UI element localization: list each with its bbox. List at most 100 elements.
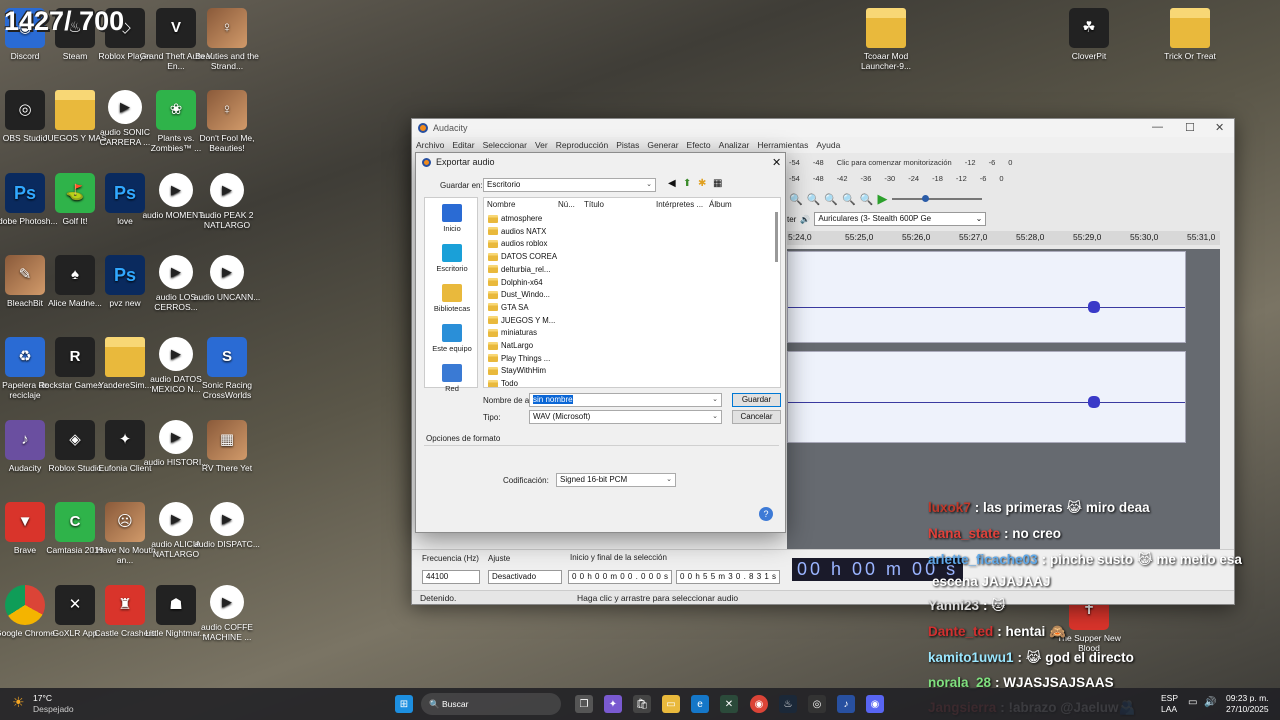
file-row[interactable]: NatLargo (488, 341, 533, 350)
desktop-icon[interactable]: S Sonic Racing CrossWorlds (189, 337, 265, 400)
menu-item[interactable]: Ayuda (816, 140, 840, 150)
file-row[interactable]: GTA SA (488, 303, 529, 312)
menu-item[interactable]: Seleccionar (483, 140, 527, 150)
column-header[interactable]: Álbum (709, 200, 732, 209)
place-3[interactable]: Este equipo (425, 324, 479, 353)
network-icon[interactable]: ▭ (1188, 697, 1197, 708)
lang-code[interactable]: ESP (1161, 693, 1178, 703)
filename-input[interactable]: sin nombre ⌄ (529, 393, 722, 407)
copilot-icon[interactable]: ✦ (604, 695, 622, 713)
steam-icon[interactable]: ♨ (779, 695, 797, 713)
up-folder-icon[interactable]: ⬆ (683, 178, 691, 189)
file-row[interactable]: Todo (488, 379, 518, 387)
save-button[interactable]: Guardar (732, 393, 781, 407)
desktop-icon[interactable]: ▶ audio COFFE MACHINE ... (189, 585, 265, 642)
zoom-in-icon[interactable]: 🔍 (789, 193, 803, 206)
audacity-taskbar-icon[interactable]: ♪ (837, 695, 855, 713)
xbox-icon[interactable]: ✕ (720, 695, 738, 713)
menu-item[interactable]: Editar (452, 140, 474, 150)
snap-select[interactable]: Desactivado (488, 570, 562, 584)
save-in-select[interactable]: Escritorio ⌄ (483, 178, 656, 192)
zoom-out-icon[interactable]: 🔍 (807, 193, 821, 206)
menu-item[interactable]: Efecto (687, 140, 711, 150)
file-row[interactable]: Dust_Windo... (488, 290, 550, 299)
column-header[interactable]: Título (584, 200, 604, 209)
file-row[interactable]: DATOS COREA (488, 252, 557, 261)
close-window-button[interactable]: ✕ (1215, 121, 1224, 134)
menu-item[interactable]: Reproducción (556, 140, 608, 150)
task-view-icon[interactable]: ❐ (575, 695, 593, 713)
discord-icon[interactable]: ◉ (866, 695, 884, 713)
menu-item[interactable]: Archivo (416, 140, 444, 150)
output-device-select[interactable]: Auriculares (3- Stealth 600P Ge ⌄ (814, 212, 987, 226)
column-header[interactable]: Intérpretes ... (656, 200, 703, 209)
weather-temp[interactable]: 17°C (33, 693, 52, 703)
back-icon[interactable]: ◀ (668, 178, 676, 189)
taskbar-search[interactable]: 🔍 Buscar (421, 693, 561, 715)
desktop-icon[interactable]: ♀ Don't Fool Me, Beauties! (189, 90, 265, 153)
desktop-icon[interactable]: ▶ audio UNCANN... (189, 255, 265, 302)
type-select[interactable]: WAV (Microsoft) ⌄ (529, 410, 722, 424)
audio-track-right[interactable] (787, 351, 1186, 443)
encoding-select[interactable]: Signed 16-bit PCM ⌄ (556, 473, 676, 487)
zoom-fit-icon[interactable]: 🔍 (842, 193, 856, 206)
chrome-icon[interactable]: ◉ (750, 695, 768, 713)
clock-date[interactable]: 27/10/2025 (1226, 704, 1269, 714)
timeline-ruler[interactable]: 5:24,0 55:25,0 55:26,0 55:27,0 55:28,0 55:29,… (787, 231, 1220, 245)
menu-item[interactable]: Generar (647, 140, 678, 150)
file-row[interactable]: Play Things ... (488, 354, 550, 363)
help-icon[interactable]: ? (759, 507, 773, 521)
weather-icon[interactable]: ☀ (12, 694, 25, 711)
menu-item[interactable]: Ver (535, 140, 548, 150)
place-1[interactable]: Escritorio (425, 244, 479, 273)
place-4[interactable]: Red (425, 364, 479, 393)
view-menu-icon[interactable]: ▦ (713, 178, 722, 189)
file-row[interactable]: audios roblox (488, 239, 547, 248)
menu-item[interactable]: Analizar (719, 140, 750, 150)
minimize-button[interactable]: — (1152, 121, 1163, 133)
audio-track-left[interactable] (787, 251, 1186, 343)
weather-desc[interactable]: Despejado (33, 704, 74, 714)
play-at-speed-icon[interactable]: ▶ (878, 191, 888, 207)
speed-slider[interactable] (891, 195, 982, 202)
menu-item[interactable]: Pistas (616, 140, 639, 150)
desktop-icon[interactable]: ▦ RV There Yet (189, 420, 265, 473)
column-header[interactable]: Nú... (558, 200, 575, 209)
menu-item[interactable]: Herramientas (757, 140, 808, 150)
desktop-icon[interactable]: ☘ CloverPit (1051, 8, 1127, 61)
file-row[interactable]: audios NATX (488, 227, 546, 236)
file-row[interactable]: atmosphere (488, 214, 542, 223)
desktop-icon[interactable]: Trick Or Treat (1152, 8, 1228, 61)
scrollbar-thumb[interactable] (775, 212, 778, 262)
desktop-icon[interactable]: Tcoaar Mod Launcher-9... (848, 8, 924, 71)
file-row[interactable]: miniaturas (488, 328, 537, 337)
desktop-icon[interactable]: ♀ Beauties and the Strand... (189, 8, 265, 71)
dialog-close-button[interactable]: ✕ (772, 156, 781, 169)
obs-icon[interactable]: ◎ (808, 695, 826, 713)
rate-select[interactable]: 44100 (422, 570, 480, 584)
playback-meter[interactable]: -54 -48 -42 -36 -30 -24 -18 -12 -6 0 (787, 171, 1034, 185)
place-0[interactable]: Inicio (425, 204, 479, 233)
file-row[interactable]: StayWithHim (488, 366, 546, 375)
file-row[interactable]: JUEGOS Y M... (488, 316, 555, 325)
zoom-toggle-icon[interactable]: 🔍 (860, 193, 874, 206)
place-2[interactable]: Bibliotecas (425, 284, 479, 313)
file-list[interactable]: Nombre Nú... Título Intérpretes ... Álbum at… (483, 197, 781, 388)
selection-start-time[interactable]: 0 0 h 0 0 m 0 0 . 0 0 0 s (568, 570, 672, 584)
recording-meter[interactable]: -54 -48 Clic para comenzar monitorización -… (787, 155, 1034, 169)
volume-icon[interactable]: 🔊 (1204, 697, 1216, 708)
file-explorer-icon[interactable]: ▭ (662, 695, 680, 713)
lang-region[interactable]: LAA (1161, 704, 1177, 714)
selection-end-time[interactable]: 0 0 h 5 5 m 3 0 . 8 3 1 s (676, 570, 780, 584)
start-button[interactable]: ⊞ (395, 695, 413, 713)
export-audio-dialog[interactable]: Exportar audio ✕ Guardar en: Escritorio ⌄… (415, 152, 786, 533)
column-header[interactable]: Nombre (487, 200, 515, 209)
file-row[interactable]: Dolphin-x64 (488, 278, 543, 287)
zoom-selection-icon[interactable]: 🔍 (824, 193, 838, 206)
maximize-button[interactable]: ☐ (1185, 121, 1195, 134)
desktop-icon[interactable]: ▶ audio PEAK 2 NATLARGO (189, 173, 265, 230)
new-folder-icon[interactable]: ✱ (698, 178, 706, 189)
file-row[interactable]: delturbia_rel... (488, 265, 550, 274)
edge-icon[interactable]: e (691, 695, 709, 713)
cancel-button[interactable]: Cancelar (732, 410, 781, 424)
